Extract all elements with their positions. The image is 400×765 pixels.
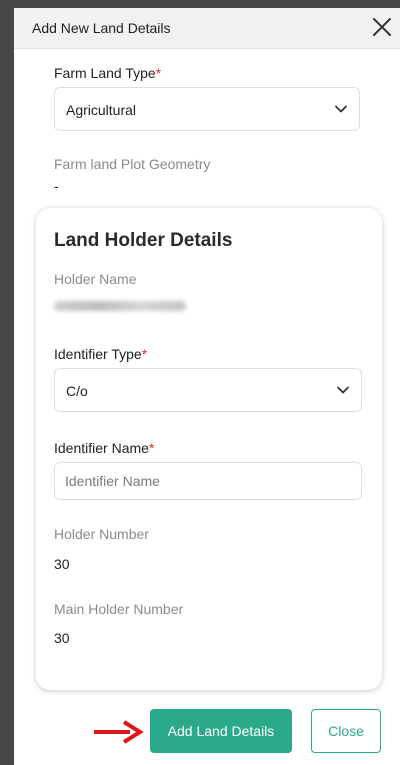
modal-header: Add New Land Details bbox=[14, 8, 400, 49]
chevron-down-icon bbox=[337, 386, 349, 394]
close-icon[interactable] bbox=[370, 15, 394, 39]
chevron-down-icon bbox=[335, 105, 347, 113]
required-mark: * bbox=[141, 346, 148, 362]
identifier-type-value: C/o bbox=[66, 383, 88, 399]
plot-geometry-value: - bbox=[54, 178, 59, 194]
arrow-right-icon bbox=[94, 720, 144, 744]
main-holder-number-label: Main Holder Number bbox=[54, 601, 184, 617]
holder-number-label: Holder Number bbox=[54, 526, 149, 542]
required-mark: * bbox=[148, 440, 155, 456]
close-button[interactable]: Close bbox=[311, 709, 381, 753]
identifier-type-select[interactable]: C/o bbox=[54, 368, 362, 412]
land-holder-title: Land Holder Details bbox=[54, 230, 233, 251]
holder-number-value: 30 bbox=[54, 556, 70, 572]
farm-land-type-select[interactable]: Agricultural bbox=[54, 87, 360, 131]
holder-name-label: Holder Name bbox=[54, 271, 137, 287]
modal-title: Add New Land Details bbox=[32, 20, 171, 36]
farm-land-type-value: Agricultural bbox=[66, 102, 137, 118]
identifier-name-input[interactable] bbox=[54, 462, 362, 500]
required-mark: * bbox=[155, 65, 162, 81]
farm-land-type-label: Farm Land Type* bbox=[54, 65, 162, 81]
land-holder-card: Land Holder Details Holder Name Identifi… bbox=[36, 208, 382, 690]
identifier-name-label: Identifier Name* bbox=[54, 440, 155, 456]
identifier-type-label: Identifier Type* bbox=[54, 346, 148, 362]
add-land-details-button[interactable]: Add Land Details bbox=[150, 709, 292, 753]
plot-geometry-label: Farm land Plot Geometry bbox=[54, 156, 211, 172]
main-holder-number-value: 30 bbox=[54, 630, 70, 646]
add-land-modal: Add New Land Details Farm Land Type* Agr… bbox=[14, 8, 400, 765]
holder-name-redacted bbox=[54, 301, 186, 311]
